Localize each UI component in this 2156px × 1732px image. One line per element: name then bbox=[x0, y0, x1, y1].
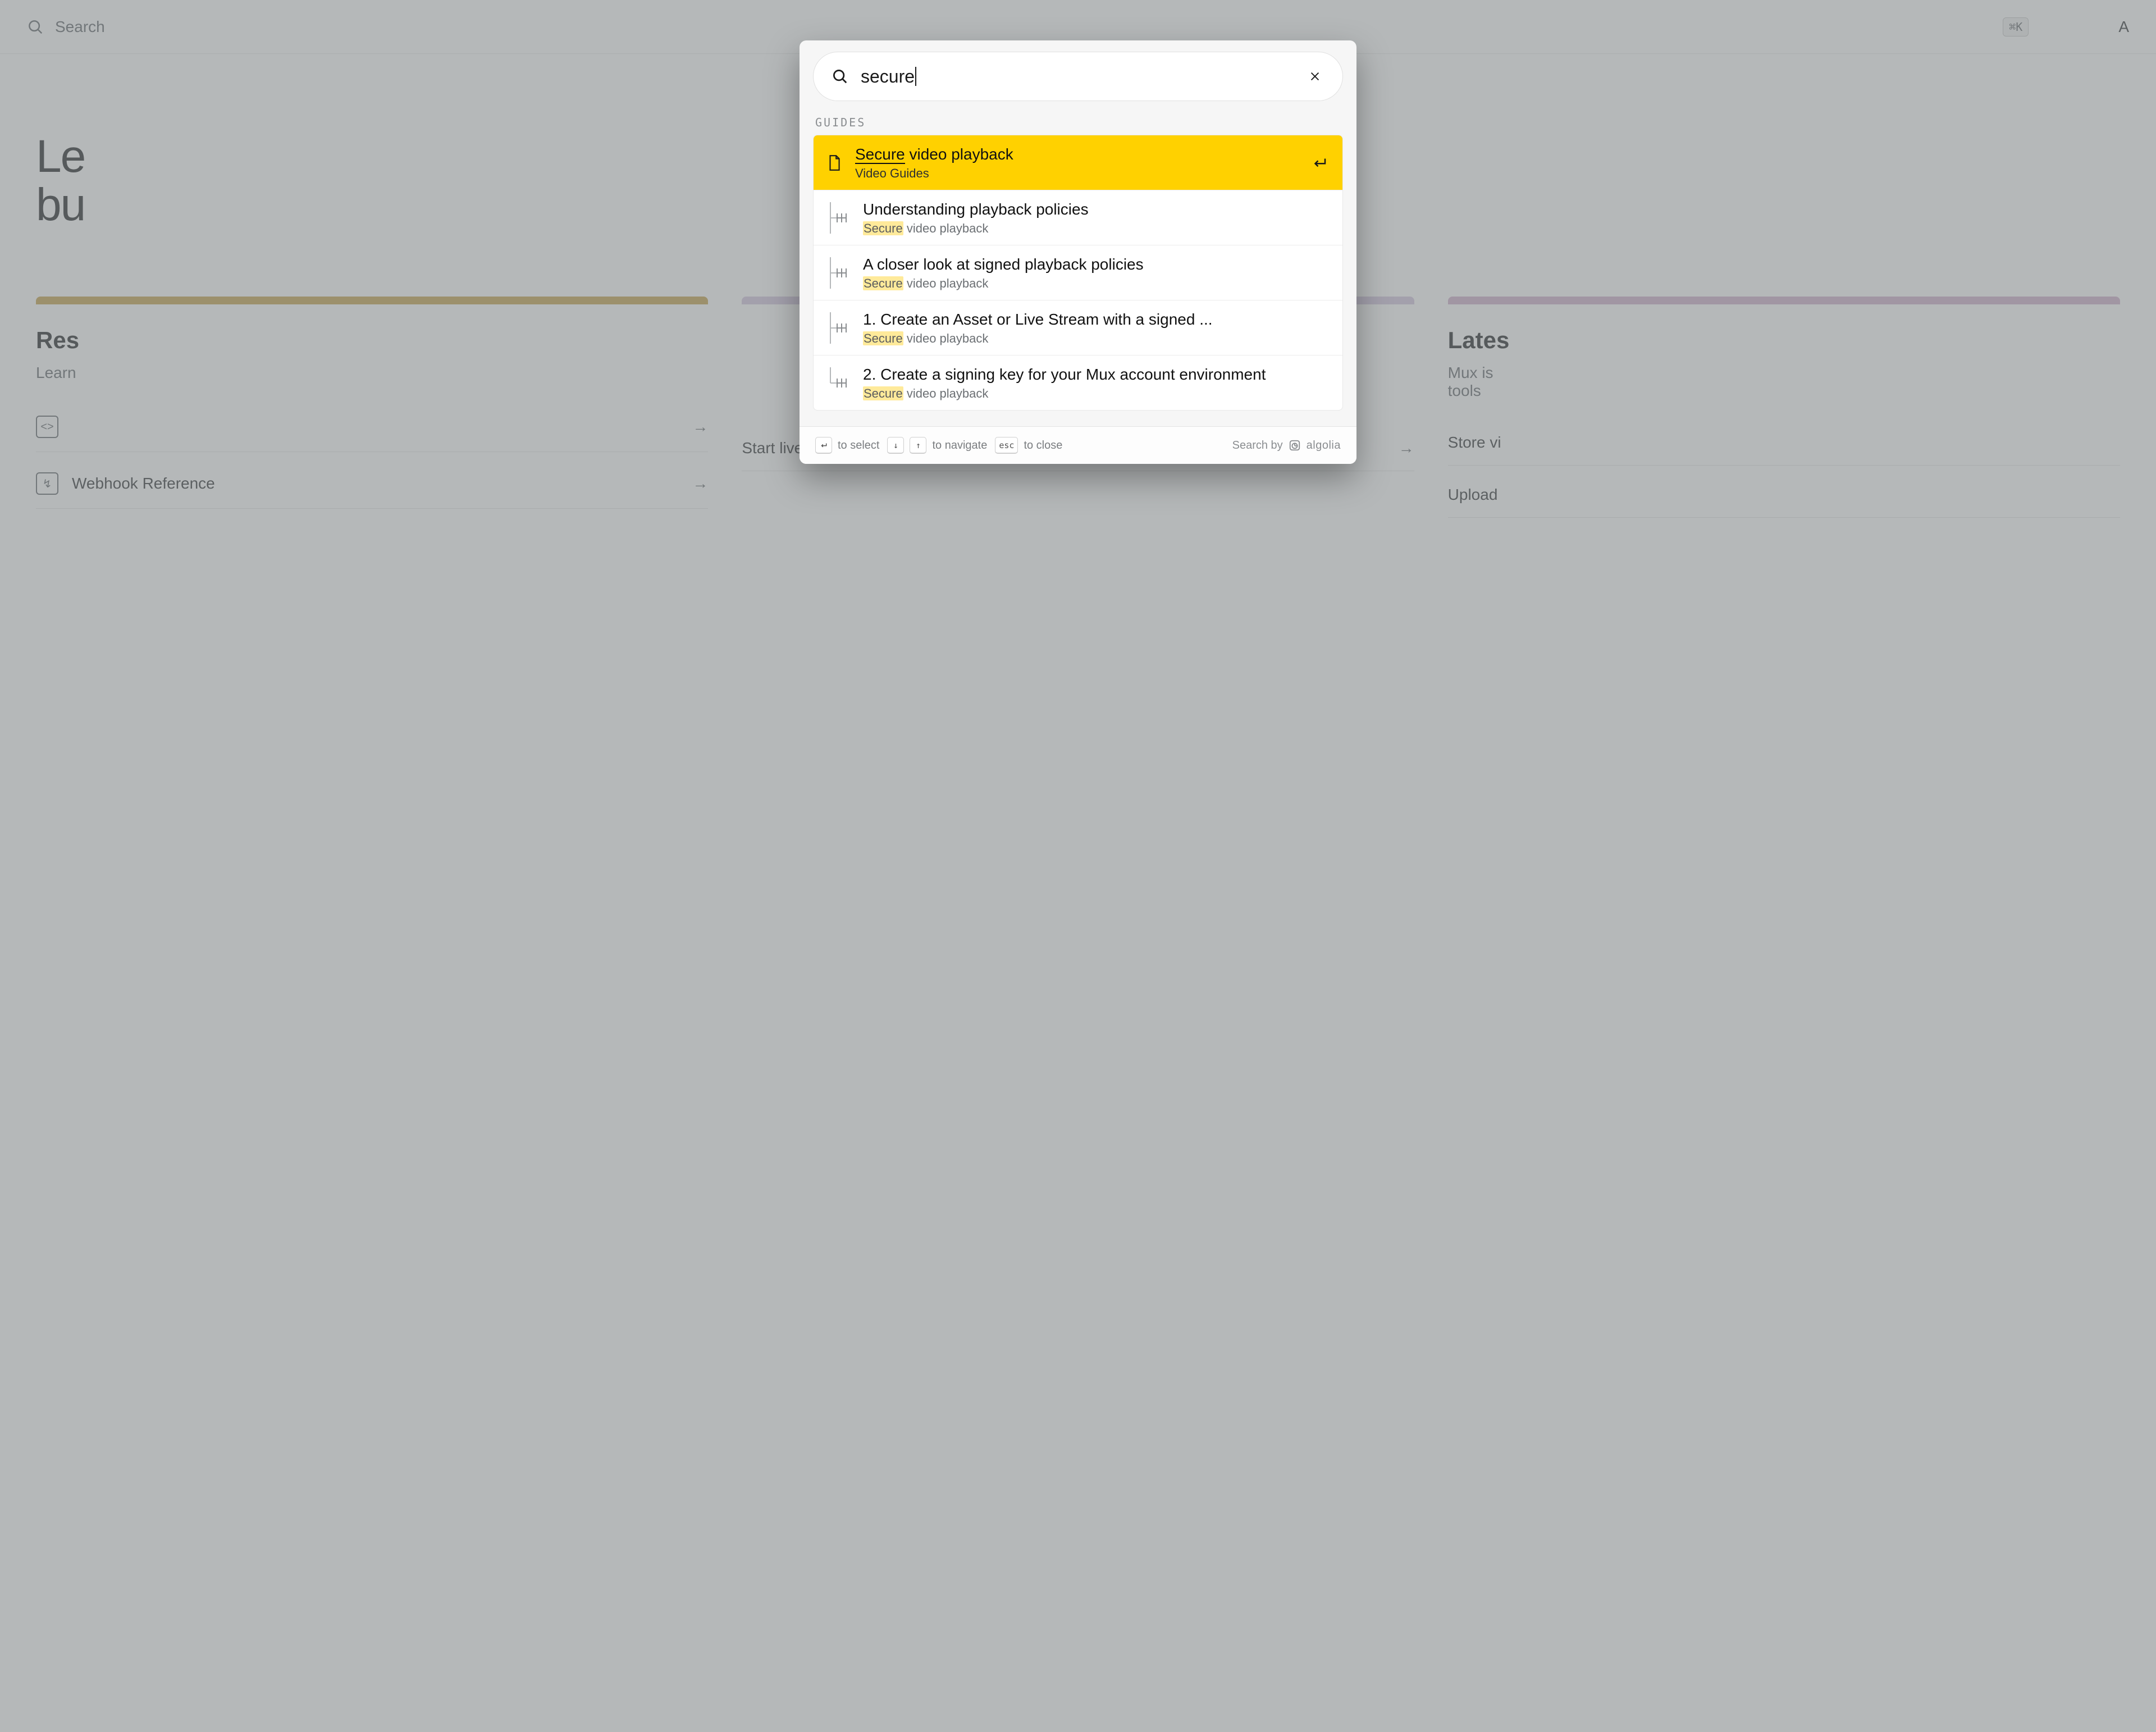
search-result[interactable]: Understanding playback policies Secure v… bbox=[814, 190, 1342, 245]
text-caret bbox=[915, 67, 916, 86]
search-modal: secure GUIDES Secure video playback Vide… bbox=[800, 40, 1356, 464]
algolia-logo-icon bbox=[1289, 438, 1301, 453]
search-result[interactable]: 1. Create an Asset or Live Stream with a… bbox=[814, 300, 1342, 355]
footer-hint-navigate: ↓ ↑ to navigate bbox=[887, 437, 987, 454]
search-by-label: Search by bbox=[1232, 439, 1283, 452]
result-title: 2. Create a signing key for your Mux acc… bbox=[863, 364, 1328, 384]
close-icon bbox=[1309, 70, 1321, 83]
hint-label: to navigate bbox=[932, 439, 987, 452]
footer-hint-close: esc to close bbox=[995, 437, 1062, 454]
hint-label: to close bbox=[1024, 439, 1062, 452]
search-input[interactable]: secure bbox=[861, 66, 915, 87]
result-subtitle: Secure video playback bbox=[863, 386, 1328, 401]
result-subtitle: Video Guides bbox=[855, 166, 1300, 181]
result-subtitle: Secure video playback bbox=[863, 331, 1328, 346]
search-input-wrapper[interactable]: secure bbox=[861, 66, 1293, 87]
arrow-down-key-icon: ↓ bbox=[887, 437, 904, 454]
search-results: Secure video playback Video Guides Under… bbox=[813, 135, 1343, 411]
result-subtitle: Secure video playback bbox=[863, 221, 1328, 236]
tree-branch-icon bbox=[825, 257, 852, 289]
hint-label: to select bbox=[838, 439, 879, 452]
search-result[interactable]: A closer look at signed playback policie… bbox=[814, 245, 1342, 300]
enter-icon bbox=[1311, 154, 1328, 171]
esc-key-icon: esc bbox=[995, 437, 1018, 454]
search-icon bbox=[832, 68, 848, 85]
tree-branch-last-icon bbox=[825, 367, 852, 399]
search-result[interactable]: 2. Create a signing key for your Mux acc… bbox=[814, 355, 1342, 410]
clear-search-button[interactable] bbox=[1305, 67, 1324, 86]
footer-hint-select: to select bbox=[815, 437, 879, 454]
modal-footer: to select ↓ ↑ to navigate esc to close S… bbox=[800, 426, 1356, 464]
tree-branch-icon bbox=[825, 312, 852, 344]
document-icon bbox=[825, 153, 844, 172]
arrow-up-key-icon: ↑ bbox=[910, 437, 926, 454]
search-field-container: secure bbox=[813, 52, 1343, 101]
result-title: A closer look at signed playback policie… bbox=[863, 254, 1328, 274]
result-subtitle: Secure video playback bbox=[863, 276, 1328, 291]
result-title: Understanding playback policies bbox=[863, 199, 1328, 219]
search-provider-attribution[interactable]: Search by algolia bbox=[1232, 438, 1341, 453]
result-title: Secure video playback bbox=[855, 144, 1300, 164]
results-section-label: GUIDES bbox=[800, 108, 1356, 135]
search-result[interactable]: Secure video playback Video Guides bbox=[814, 135, 1342, 190]
provider-name: algolia bbox=[1307, 439, 1341, 452]
tree-branch-icon bbox=[825, 202, 852, 234]
result-title: 1. Create an Asset or Live Stream with a… bbox=[863, 309, 1328, 329]
enter-key-icon bbox=[815, 437, 832, 454]
